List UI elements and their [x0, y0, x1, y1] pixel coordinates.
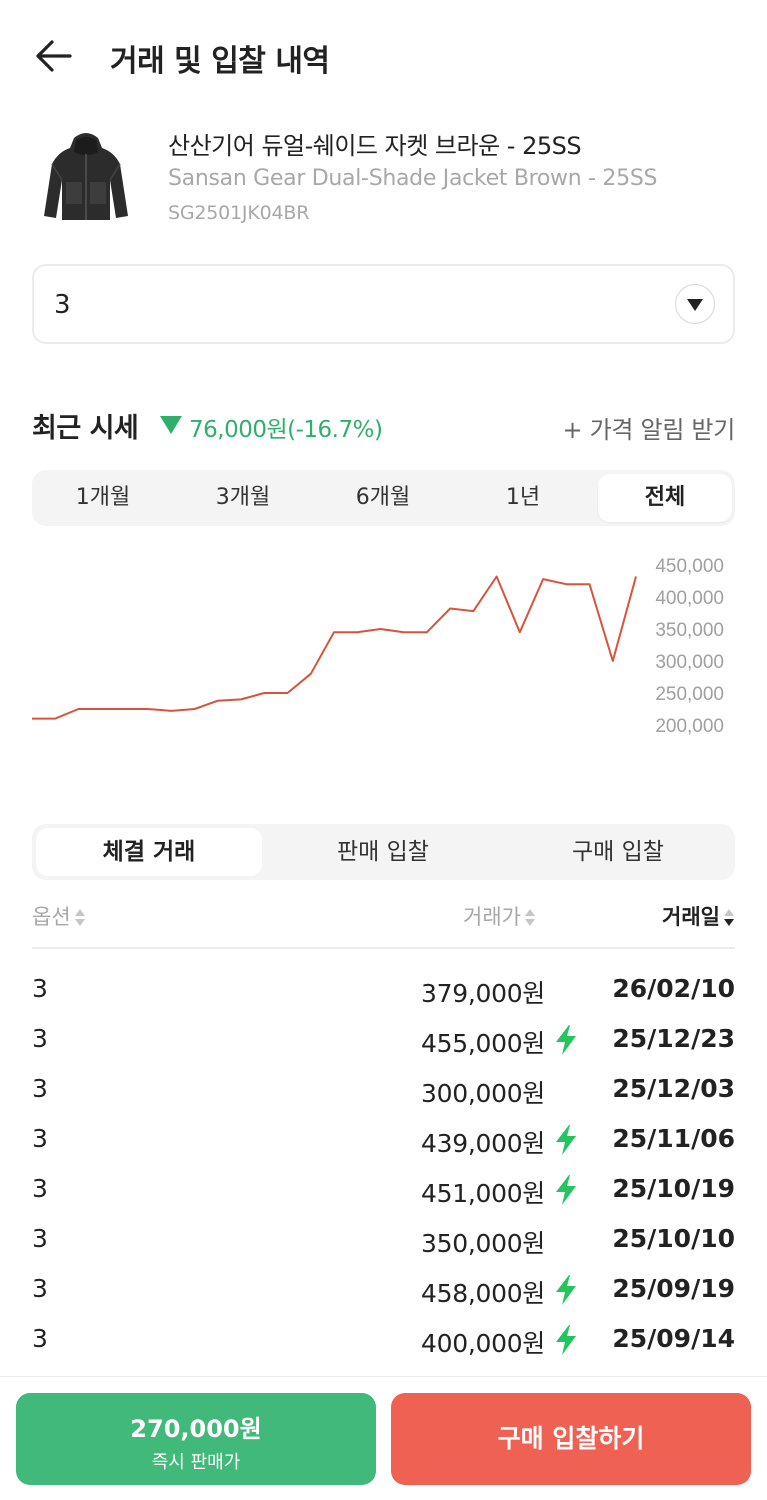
- column-header-date[interactable]: 거래일: [662, 901, 735, 931]
- row-option: 3: [32, 1024, 48, 1053]
- price-line: [32, 575, 637, 720]
- row-price: 458,000원: [421, 1279, 545, 1308]
- tab-3-months[interactable]: 3개월: [176, 474, 310, 522]
- page-title: 거래 및 입찰 내역: [110, 44, 330, 79]
- row-date: 25/09/14: [612, 1324, 735, 1353]
- table-row: 3 455,000원 25/12/23: [32, 1016, 735, 1066]
- back-button[interactable]: [30, 36, 78, 76]
- row-date: 25/12/03: [612, 1074, 735, 1103]
- trade-tabs: 체결 거래 판매 입찰 구매 입찰: [32, 824, 735, 880]
- column-header-price-label: 거래가: [463, 905, 521, 929]
- market-price-change: 76,000원(-16.7%): [189, 417, 383, 443]
- table-row: 3 458,000원 25/09/19: [32, 1266, 735, 1316]
- product-name-english: Sansan Gear Dual-Shade Jacket Brown - 25…: [168, 166, 658, 191]
- row-option: 3: [32, 1274, 48, 1303]
- arrow-left-icon: [36, 40, 72, 72]
- column-header-option[interactable]: 옵션: [32, 901, 86, 931]
- row-date: 26/02/10: [612, 974, 735, 1003]
- table-header: 옵션 거래가 거래일: [32, 893, 735, 949]
- table-row: 3 350,000원 25/10/10: [32, 1216, 735, 1266]
- table-row: 3 400,000원 25/09/14: [32, 1316, 735, 1366]
- row-date: 25/12/23: [612, 1024, 735, 1053]
- tab-buy-bids[interactable]: 구매 입찰: [505, 828, 731, 876]
- row-option: 3: [32, 1224, 48, 1253]
- tab-1-year[interactable]: 1년: [456, 474, 590, 522]
- y-axis-tick-label: 450,000: [655, 556, 724, 577]
- row-date: 25/11/06: [612, 1124, 735, 1153]
- tab-all[interactable]: 전체: [598, 474, 732, 522]
- product-code: SG2501JK04BR: [168, 202, 310, 224]
- row-option: 3: [32, 1174, 48, 1203]
- table-row: 3 451,000원 25/10/19: [32, 1166, 735, 1216]
- size-select-value: 3: [54, 290, 71, 320]
- lightning-bolt-icon: [552, 1024, 580, 1056]
- lightning-bolt-icon: [552, 1324, 580, 1356]
- header: 거래 및 입찰 내역: [0, 0, 767, 112]
- y-axis-tick-label: 350,000: [655, 620, 724, 641]
- row-price: 379,000원: [421, 979, 545, 1008]
- row-date: 25/09/19: [612, 1274, 735, 1303]
- y-axis-tick-label: 250,000: [655, 684, 724, 705]
- row-option: 3: [32, 1124, 48, 1153]
- triangle-down-icon: [160, 416, 182, 434]
- market-price-row: 최근 시세 76,000원(-16.7%) + 가격 알림 받기: [32, 404, 735, 452]
- y-axis-tick-label: 300,000: [655, 652, 724, 673]
- instant-sell-price: 270,000원: [130, 1415, 262, 1443]
- trade-list: 3 379,000원 26/02/10 3 455,000원 25/12/23 …: [32, 966, 735, 1366]
- tab-completed-trades[interactable]: 체결 거래: [36, 828, 262, 876]
- chevron-down-icon: [675, 284, 715, 324]
- tab-sell-bids[interactable]: 판매 입찰: [270, 828, 496, 876]
- lightning-bolt-icon: [552, 1124, 580, 1156]
- instant-sell-label: 즉시 판매가: [151, 1452, 241, 1473]
- column-header-option-label: 옵션: [32, 905, 71, 929]
- row-option: 3: [32, 974, 48, 1003]
- column-header-date-label: 거래일: [662, 905, 720, 929]
- row-date: 25/10/10: [612, 1224, 735, 1253]
- bottom-action-bar: 270,000원 즉시 판매가 구매 입찰하기: [0, 1376, 767, 1500]
- row-price: 350,000원: [421, 1229, 545, 1258]
- sort-icon: [524, 907, 536, 929]
- price-chart-svg: 450,000 400,000 350,000 300,000 250,000 200,0…: [32, 556, 724, 737]
- row-price: 300,000원: [421, 1079, 545, 1108]
- row-price: 439,000원: [421, 1129, 545, 1158]
- lightning-bolt-icon: [552, 1174, 580, 1206]
- sort-icon: [74, 907, 86, 929]
- row-price: 455,000원: [421, 1029, 545, 1058]
- table-row: 3 439,000원 25/11/06: [32, 1116, 735, 1166]
- row-option: 3: [32, 1324, 48, 1353]
- sort-descending-icon: [723, 907, 735, 929]
- price-chart: 450,000 400,000 350,000 300,000 250,000 200,0…: [32, 545, 732, 745]
- product-info: 산산기어 듀얼-쉐이드 자켓 브라운 - 25SS Sansan Gear Du…: [0, 118, 767, 238]
- table-row: 3 300,000원 25/12/03: [32, 1066, 735, 1116]
- row-price: 451,000원: [421, 1179, 545, 1208]
- product-name-korean[interactable]: 산산기어 듀얼-쉐이드 자켓 브라운 - 25SS: [168, 126, 582, 161]
- y-axis-tick-label: 200,000: [655, 716, 724, 737]
- buy-bid-button[interactable]: 구매 입찰하기: [391, 1393, 751, 1485]
- price-alert-button[interactable]: + 가격 알림 받기: [563, 410, 736, 445]
- table-row: 3 379,000원 26/02/10: [32, 966, 735, 1016]
- instant-sell-button[interactable]: 270,000원 즉시 판매가: [16, 1393, 376, 1485]
- period-tabs: 1개월 3개월 6개월 1년 전체: [32, 470, 735, 526]
- tab-1-month[interactable]: 1개월: [36, 474, 170, 522]
- row-date: 25/10/19: [612, 1174, 735, 1203]
- tab-6-months[interactable]: 6개월: [316, 474, 450, 522]
- row-option: 3: [32, 1074, 48, 1103]
- lightning-bolt-icon: [552, 1274, 580, 1306]
- column-header-price[interactable]: 거래가: [463, 901, 536, 931]
- row-price: 400,000원: [421, 1329, 545, 1358]
- y-axis-tick-label: 400,000: [655, 588, 724, 609]
- product-image[interactable]: [36, 124, 136, 224]
- market-price-title: 최근 시세: [32, 413, 139, 444]
- size-select[interactable]: 3: [32, 264, 735, 344]
